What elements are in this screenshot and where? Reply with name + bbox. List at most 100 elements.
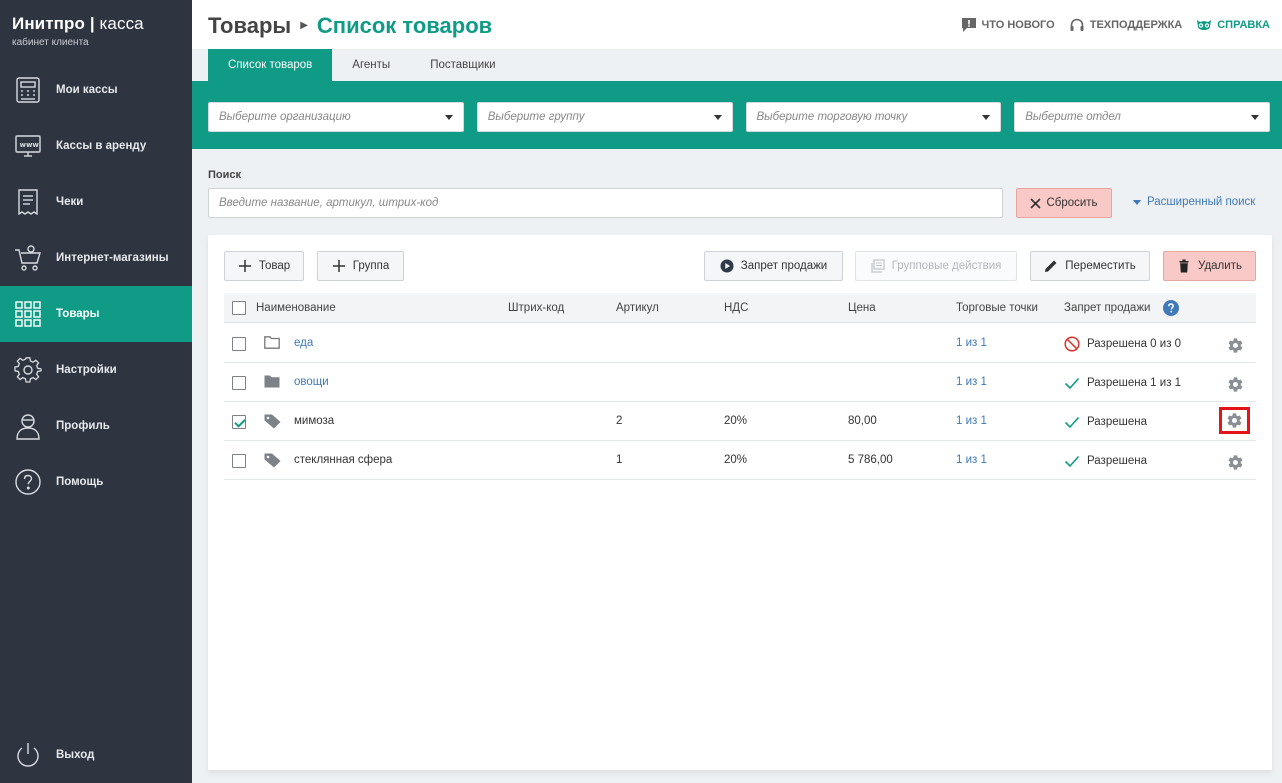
group-select[interactable]: Выберите группу — [476, 102, 733, 132]
question-icon — [12, 466, 44, 498]
sidebar-item-receipts[interactable]: Чеки — [0, 174, 192, 230]
plus-icon — [238, 260, 251, 272]
question-circle-icon[interactable] — [1163, 300, 1179, 319]
organization-select[interactable]: Выберите организацию — [208, 102, 464, 132]
page-header: Товары ▶ Список товаров ЧТО НОВОГО ТЕХПО… — [192, 0, 1282, 49]
row-article: 1 — [616, 454, 623, 466]
shopping-cart-icon — [12, 242, 44, 274]
sidebar-item-label: Настройки — [56, 364, 117, 376]
select-all-checkbox[interactable] — [232, 301, 246, 315]
sidebar-item-label: Помощь — [56, 476, 104, 488]
row-name[interactable]: овощи — [294, 363, 329, 402]
group-actions-label: Групповые действия — [891, 260, 1002, 272]
sidebar-item-settings[interactable]: Настройки — [0, 342, 192, 398]
row-vat: 20% — [724, 415, 748, 427]
row-points[interactable]: 1 из 1 — [956, 363, 987, 402]
ban-sale-button[interactable]: Запрет продажи — [704, 251, 843, 281]
reset-button[interactable]: Сбросить — [1016, 188, 1112, 218]
sidebar-item-label: Профиль — [56, 420, 110, 432]
forbidden-icon — [1064, 335, 1080, 352]
tab-bar: Список товаров Агенты Поставщики — [192, 49, 1282, 81]
sidebar-item-help[interactable]: Помощь — [0, 454, 192, 510]
sidebar-item-profile[interactable]: Профиль — [0, 398, 192, 454]
folder-icon — [264, 375, 280, 388]
table-row[interactable]: стеклянная сфера 1 20% 5 786,00 1 из 1 Р… — [224, 441, 1256, 480]
tab-product-list[interactable]: Список товаров — [208, 49, 333, 81]
table-header: Наименование Штрих-код Артикул НДС Цена … — [224, 293, 1256, 323]
row-points[interactable]: 1 из 1 — [956, 402, 987, 441]
row-name[interactable]: еда — [294, 324, 313, 363]
row-points[interactable]: 1 из 1 — [956, 441, 987, 480]
group-select-value: Выберите группу — [487, 111, 585, 123]
row-settings-gear-icon[interactable] — [1224, 373, 1246, 395]
breadcrumb-root[interactable]: Товары — [208, 13, 291, 39]
department-select[interactable]: Выберите отдел — [1014, 102, 1270, 132]
column-barcode[interactable]: Штрих-код — [508, 293, 564, 323]
sidebar-item-rent[interactable]: www Кассы в аренду — [0, 118, 192, 174]
row-status: Разрешена 0 из 0 — [1064, 324, 1181, 363]
check-icon — [1064, 416, 1080, 428]
sidebar-item-my-kassy[interactable]: Мои кассы — [0, 62, 192, 118]
row-checkbox[interactable] — [232, 415, 246, 429]
row-settings-gear-icon[interactable] — [1224, 451, 1246, 473]
add-group-button[interactable]: Группа — [317, 251, 404, 281]
help-link[interactable]: СПРАВКА — [1196, 17, 1270, 33]
tab-suppliers[interactable]: Поставщики — [410, 49, 515, 81]
folder-open-icon — [264, 336, 280, 349]
support-label: ТЕХПОДДЕРЖКА — [1089, 19, 1183, 31]
column-ban[interactable]: Запрет продажи — [1064, 293, 1150, 323]
pencil-icon — [1045, 260, 1057, 272]
brand-title-bold: Инитпро — [12, 14, 85, 33]
tag-icon — [264, 414, 281, 429]
caret-down-icon — [1133, 199, 1141, 205]
row-checkbox[interactable] — [232, 454, 246, 468]
logout-button[interactable]: Выход — [0, 727, 192, 783]
support-link[interactable]: ТЕХПОДДЕРЖКА — [1069, 17, 1183, 33]
chevron-down-icon — [1251, 114, 1259, 120]
advanced-search-link[interactable]: Расширенный поиск — [1133, 196, 1255, 208]
delete-button[interactable]: Удалить — [1163, 251, 1256, 281]
products-panel: Товар Группа Запрет продажи Групповые де… — [208, 235, 1272, 770]
move-button[interactable]: Переместить — [1030, 251, 1150, 281]
sidebar-item-products[interactable]: Товары — [0, 286, 192, 342]
brand-title-thin: касса — [99, 14, 144, 33]
column-points[interactable]: Торговые точки — [956, 293, 1038, 323]
sidebar-item-label: Товары — [56, 308, 100, 320]
point-select[interactable]: Выберите торговую точку — [745, 102, 1002, 132]
breadcrumb-separator-icon: ▶ — [300, 19, 308, 31]
whats-new-link[interactable]: ЧТО НОВОГО — [961, 17, 1055, 33]
row-name: стеклянная сфера — [294, 454, 393, 466]
brand-title: Инитпро | касса — [12, 14, 144, 33]
column-article[interactable]: Артикул — [616, 293, 659, 323]
sidebar-item-label: Интернет-магазины — [56, 252, 169, 264]
delete-label: Удалить — [1198, 260, 1242, 272]
organization-select-value: Выберите организацию — [219, 111, 351, 123]
table-row[interactable]: еда 1 из 1 Разрешена 0 из 0 — [224, 324, 1256, 363]
column-name[interactable]: Наименование — [256, 293, 336, 323]
brand-subtitle: кабинет клиента — [12, 37, 89, 48]
add-product-button[interactable]: Товар — [224, 251, 304, 281]
logout-label: Выход — [56, 749, 95, 761]
column-vat[interactable]: НДС — [724, 293, 748, 323]
row-status-text: Разрешена 0 из 0 — [1087, 337, 1182, 350]
play-circle-icon — [720, 259, 734, 273]
row-points[interactable]: 1 из 1 — [956, 324, 987, 363]
tab-agents[interactable]: Агенты — [332, 49, 410, 81]
move-label: Переместить — [1065, 260, 1136, 272]
row-vat: 20% — [724, 454, 748, 466]
search-input[interactable] — [208, 188, 1003, 218]
help-label: СПРАВКА — [1217, 19, 1270, 31]
header-links: ЧТО НОВОГО ТЕХПОДДЕРЖКА СПРАВКА — [961, 17, 1270, 33]
row-name: мимоза — [294, 415, 335, 427]
group-actions-button[interactable]: Групповые действия — [855, 251, 1017, 281]
table-row[interactable]: мимоза 2 20% 80,00 1 из 1 Разрешена — [224, 402, 1256, 441]
monitor-www-icon: www — [12, 130, 44, 162]
table-row[interactable]: овощи 1 из 1 Разрешена 1 из 1 — [224, 363, 1256, 402]
row-checkbox[interactable] — [232, 337, 246, 351]
column-price[interactable]: Цена — [848, 293, 876, 323]
row-checkbox[interactable] — [232, 376, 246, 390]
row-settings-gear-icon[interactable] — [1219, 407, 1250, 434]
brand-logo[interactable]: Инитпро | касса кабинет клиента — [0, 0, 192, 62]
sidebar-item-shops[interactable]: Интернет-магазины — [0, 230, 192, 286]
row-settings-gear-icon[interactable] — [1224, 334, 1246, 356]
